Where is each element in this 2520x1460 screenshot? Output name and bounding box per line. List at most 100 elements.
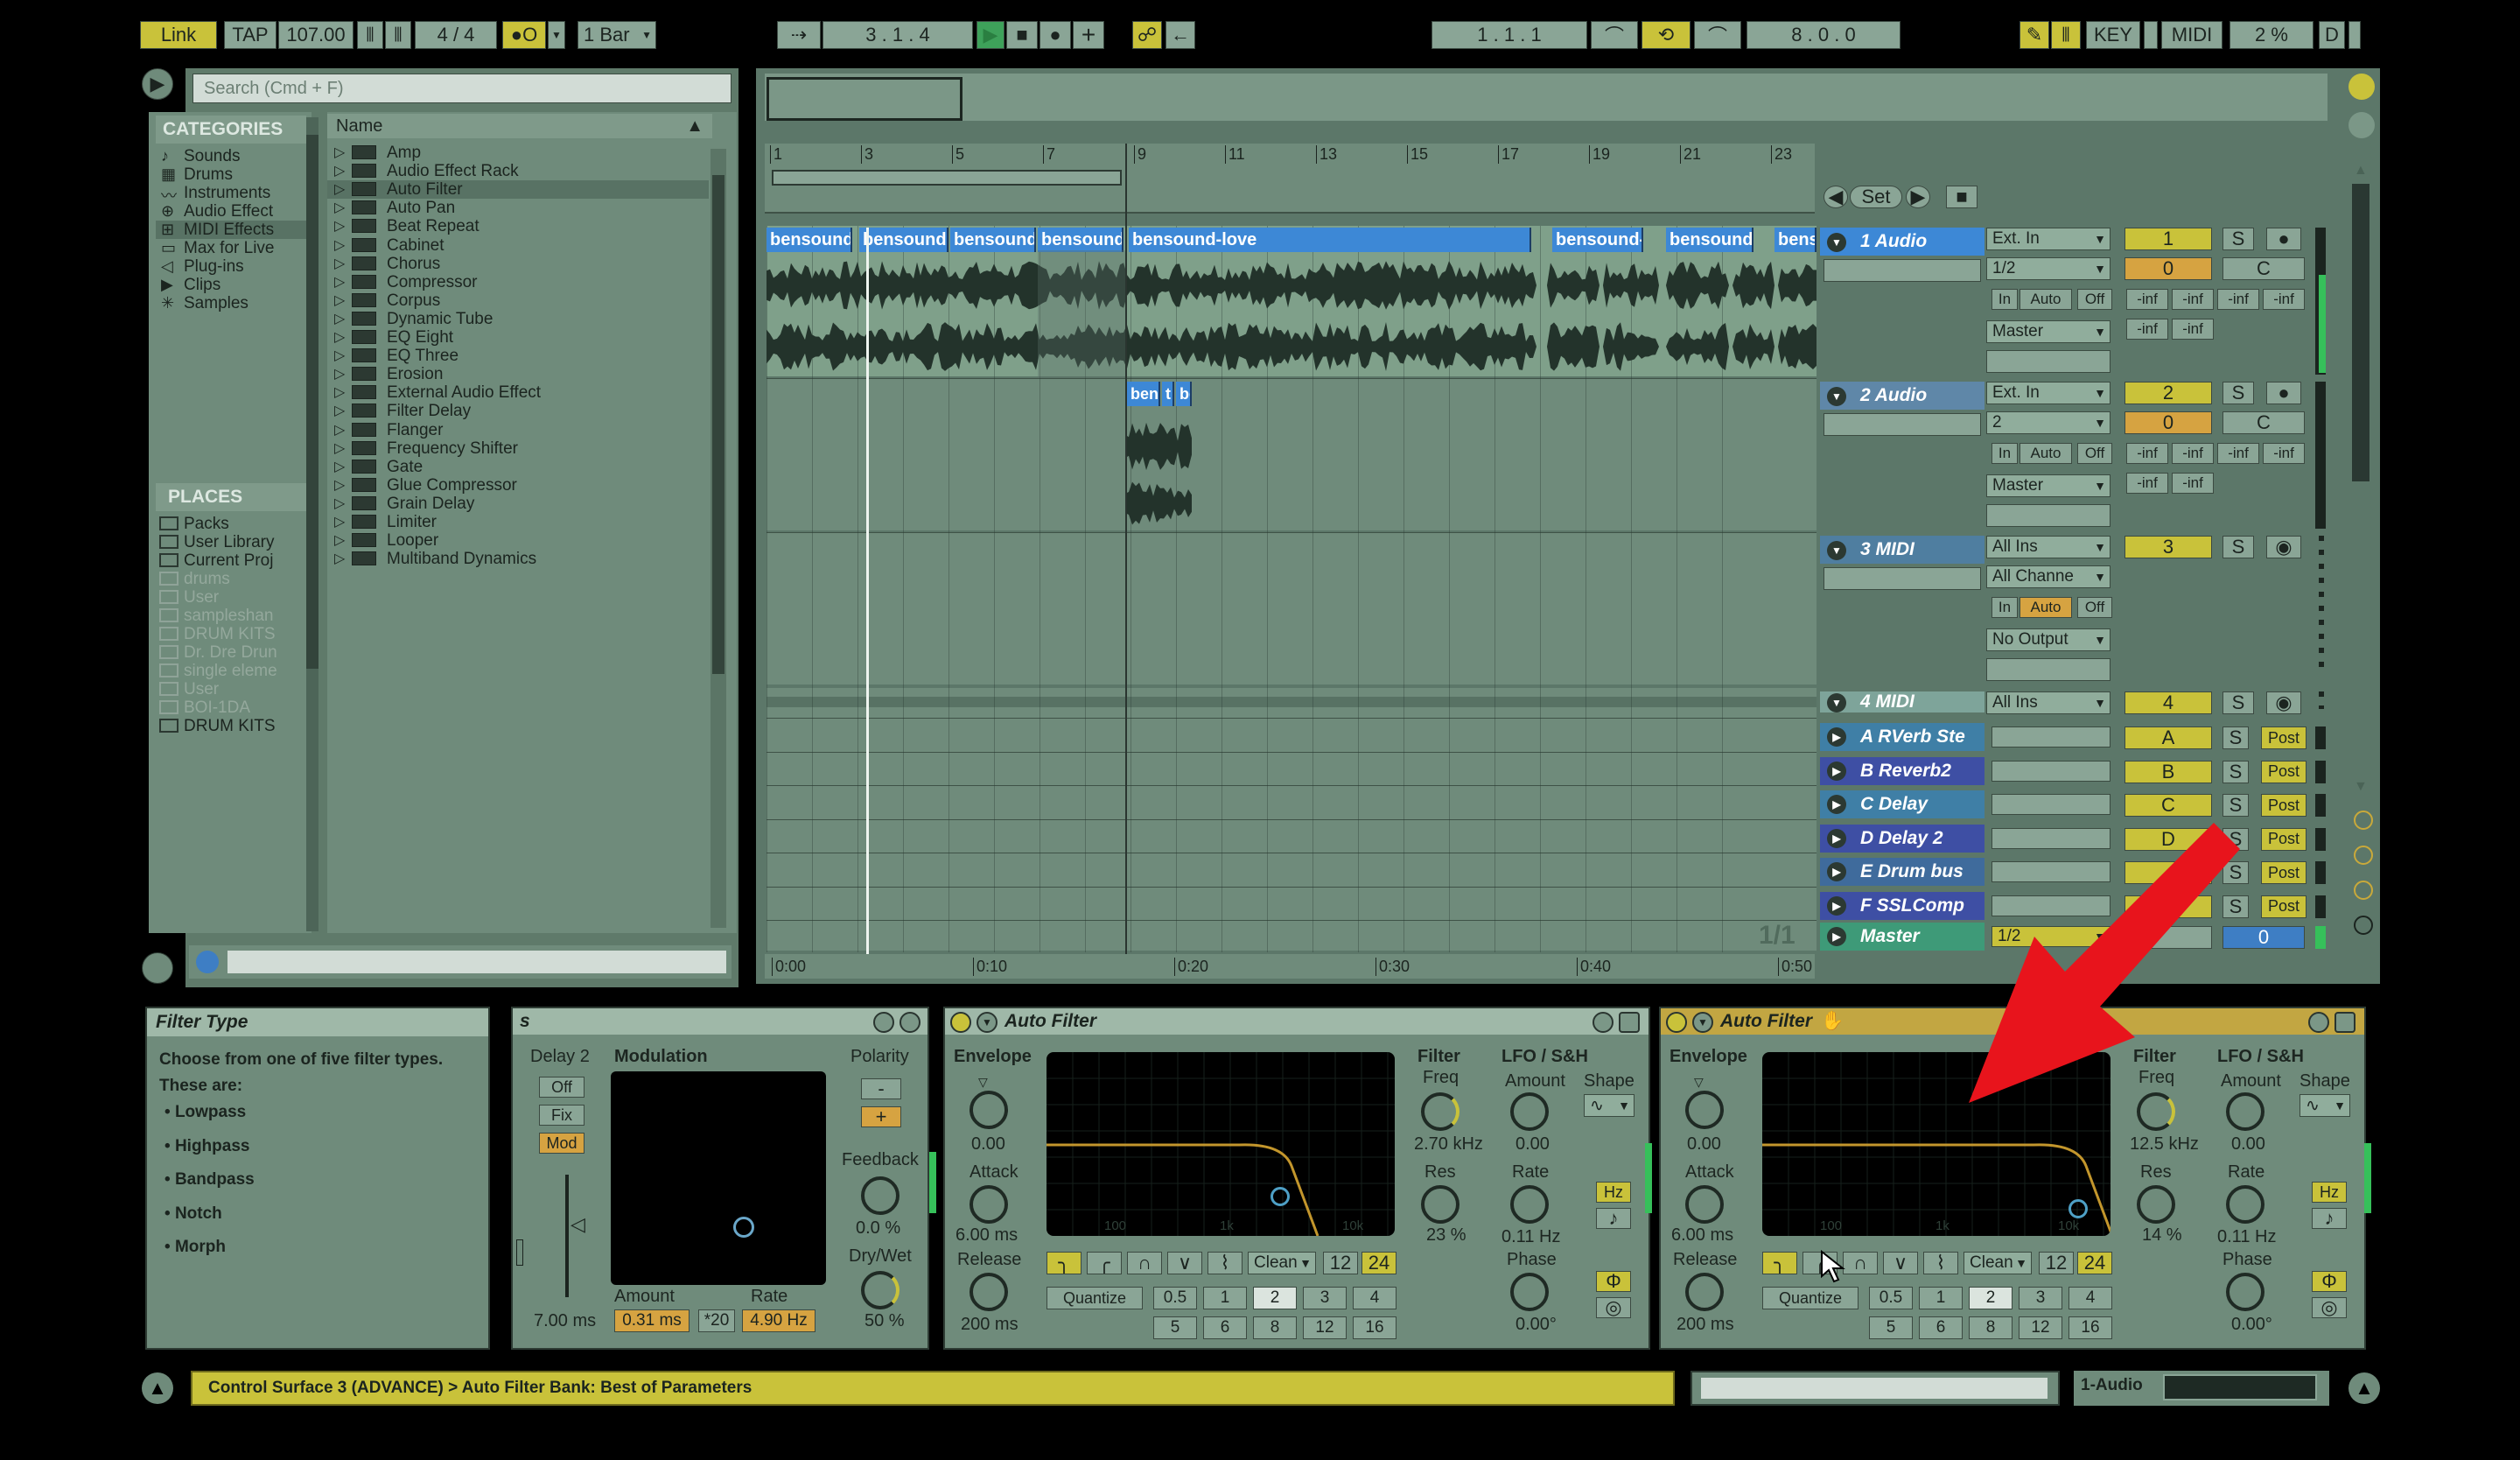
place-item[interactable]: BOI-1DA bbox=[156, 698, 306, 717]
highpass-icon[interactable]: ╭ bbox=[1087, 1252, 1122, 1274]
spin-icon[interactable]: ◎ bbox=[1596, 1297, 1631, 1318]
solo-button[interactable]: S bbox=[2222, 794, 2249, 817]
release-knob[interactable] bbox=[970, 1273, 1008, 1311]
release-knob[interactable] bbox=[1685, 1273, 1724, 1311]
browser-item[interactable]: ▷ Compressor bbox=[327, 273, 709, 291]
track-lane-4-midi[interactable] bbox=[766, 697, 1816, 707]
quantize-value-button[interactable]: 8 bbox=[1253, 1316, 1297, 1339]
track-field[interactable] bbox=[1824, 413, 1981, 436]
punch-in-button[interactable]: ⌒ bbox=[1591, 21, 1638, 49]
play-icon[interactable]: ▶ bbox=[1827, 795, 1846, 814]
quantize-value-button[interactable]: 2 bbox=[1969, 1287, 2012, 1309]
place-item[interactable]: User bbox=[156, 588, 306, 607]
loop-brace[interactable] bbox=[772, 170, 1122, 186]
audio-clip[interactable]: bensound- bbox=[1666, 228, 1754, 252]
output-channel-field[interactable] bbox=[1986, 350, 2110, 373]
note-button[interactable]: ♪ bbox=[1596, 1208, 1631, 1229]
polarity-plus-button[interactable]: + bbox=[861, 1106, 901, 1127]
expand-arrow-icon[interactable]: ▷ bbox=[334, 291, 345, 309]
fold-icon[interactable]: ▼ bbox=[1827, 233, 1846, 252]
arrangement-vertical-scrollbar[interactable] bbox=[2352, 184, 2370, 481]
solo-button[interactable]: S bbox=[2222, 536, 2254, 558]
notch-icon[interactable]: ∨ bbox=[1167, 1252, 1202, 1274]
morph-icon[interactable]: ⌇ bbox=[1208, 1252, 1242, 1274]
output-type-menu[interactable]: Master bbox=[1986, 320, 2110, 343]
clip-view-toggle-icon[interactable] bbox=[2348, 74, 2375, 100]
browser-item[interactable]: ▷ Flanger bbox=[327, 421, 709, 439]
m-icon[interactable] bbox=[2354, 881, 2373, 900]
overview-bar[interactable] bbox=[765, 74, 2328, 121]
post-button[interactable]: Post bbox=[2261, 861, 2306, 884]
place-item[interactable]: DRUM KITS bbox=[156, 717, 306, 735]
beat-ruler[interactable]: 1 3 5 7 9 11 13 15 17 19 21 23 bbox=[765, 144, 1815, 166]
post-button[interactable]: Post bbox=[2261, 760, 2306, 783]
input-type-menu[interactable]: Ext. In bbox=[1986, 228, 2110, 250]
expand-arrow-icon[interactable]: ▷ bbox=[334, 439, 345, 457]
output-type-menu[interactable]: No Output bbox=[1986, 628, 2110, 651]
song-position-field[interactable]: 3 . 1 . 4 bbox=[822, 21, 973, 49]
return-activator-button[interactable]: B bbox=[2124, 760, 2212, 783]
input-type-menu[interactable]: Ext. In bbox=[1986, 382, 2110, 404]
audio-clip[interactable]: bensound- bbox=[1552, 228, 1643, 252]
phase-mode-icon[interactable]: Φ bbox=[1596, 1271, 1631, 1292]
browser-item[interactable]: ▷ Grain Delay bbox=[327, 495, 709, 513]
volume-field[interactable]: 0 bbox=[2124, 411, 2212, 434]
spin-icon[interactable]: ◎ bbox=[2312, 1297, 2347, 1318]
loop-length-field[interactable]: 8 . 0 . 0 bbox=[1746, 21, 1900, 49]
browser-item[interactable]: ▷ Amp bbox=[327, 144, 709, 162]
volume-field[interactable]: 0 bbox=[2124, 257, 2212, 280]
preview-waveform[interactable] bbox=[228, 951, 726, 973]
category-item[interactable]: ▦ Drums bbox=[156, 165, 306, 184]
envelope-amount-knob[interactable] bbox=[1685, 1091, 1724, 1129]
expand-arrow-icon[interactable]: ▷ bbox=[334, 273, 345, 291]
play-icon[interactable]: ▶ bbox=[1827, 927, 1846, 946]
sidebar-scrollbar[interactable] bbox=[306, 117, 318, 931]
res-knob[interactable] bbox=[2137, 1185, 2175, 1224]
side-handle[interactable] bbox=[516, 1239, 523, 1266]
lfo-shape-menu[interactable]: ∿ bbox=[1584, 1094, 1634, 1117]
track-activator-button[interactable]: 4 bbox=[2124, 691, 2212, 714]
lowpass-icon[interactable]: ╮ bbox=[1762, 1252, 1797, 1274]
input-channel-menu[interactable]: 2 bbox=[1986, 411, 2110, 434]
browser-item[interactable]: ▷ Audio Effect Rack bbox=[327, 162, 709, 180]
quantize-value-button[interactable]: 0.5 bbox=[1153, 1287, 1197, 1309]
time-signature-field[interactable]: 4 / 4 bbox=[415, 21, 497, 49]
browser-item[interactable]: ▷ Limiter bbox=[327, 513, 709, 531]
slope-24-button[interactable]: 24 bbox=[2077, 1252, 2112, 1274]
track-header-1[interactable]: ▼ 1 Audio bbox=[1820, 228, 1984, 256]
set-locator-button[interactable]: Set bbox=[1850, 186, 1902, 208]
place-item[interactable]: drums bbox=[156, 570, 306, 588]
io-icon[interactable] bbox=[2354, 811, 2373, 830]
save-preset-icon[interactable] bbox=[900, 1012, 920, 1033]
input-channel-menu[interactable]: All Channe bbox=[1986, 565, 2110, 588]
track-header-4[interactable]: ▼ 4 MIDI bbox=[1820, 691, 1984, 712]
place-item[interactable]: Packs bbox=[156, 515, 306, 533]
delay-time-slider[interactable] bbox=[565, 1175, 569, 1297]
link-button[interactable]: Link bbox=[140, 21, 217, 49]
track-lane-2-audio[interactable] bbox=[766, 378, 1816, 530]
browser-item[interactable]: ▷ Beat Repeat bbox=[327, 217, 709, 235]
solo-button[interactable]: S bbox=[2222, 382, 2254, 404]
send-field[interactable]: -inf bbox=[2126, 473, 2168, 494]
lowpass-icon[interactable]: ╮ bbox=[1046, 1252, 1082, 1274]
expand-arrow-icon[interactable]: ▷ bbox=[334, 365, 345, 383]
browser-item[interactable]: ▷ Dynamic Tube bbox=[327, 310, 709, 328]
audio-clip[interactable]: t bbox=[1162, 382, 1174, 406]
freq-knob[interactable] bbox=[1421, 1092, 1460, 1131]
place-item[interactable]: single eleme bbox=[156, 662, 306, 680]
search-input[interactable]: Search (Cmd + F) bbox=[192, 74, 732, 103]
quantize-value-button[interactable]: 4 bbox=[1353, 1287, 1396, 1309]
play-icon[interactable]: ▶ bbox=[1827, 862, 1846, 881]
draw-mode-button[interactable]: ✎ bbox=[2020, 21, 2049, 49]
place-item[interactable]: Current Proj bbox=[156, 551, 306, 570]
audio-clip[interactable]: bensound-love bbox=[1129, 228, 1531, 252]
audio-clip[interactable]: bensound- bbox=[950, 228, 1036, 252]
quantize-value-button[interactable]: 8 bbox=[1969, 1316, 2012, 1339]
expand-arrow-icon[interactable]: ▷ bbox=[334, 217, 345, 235]
browser-item[interactable]: ▷ Erosion bbox=[327, 365, 709, 383]
expand-arrow-icon[interactable]: ▷ bbox=[334, 310, 345, 327]
track-activator-button[interactable]: 3 bbox=[2124, 536, 2212, 558]
fold-icon[interactable]: ▼ bbox=[1827, 387, 1846, 406]
prev-locator-button[interactable]: ◀ bbox=[1824, 186, 1848, 208]
lfo-rate-knob[interactable] bbox=[1510, 1185, 1549, 1224]
